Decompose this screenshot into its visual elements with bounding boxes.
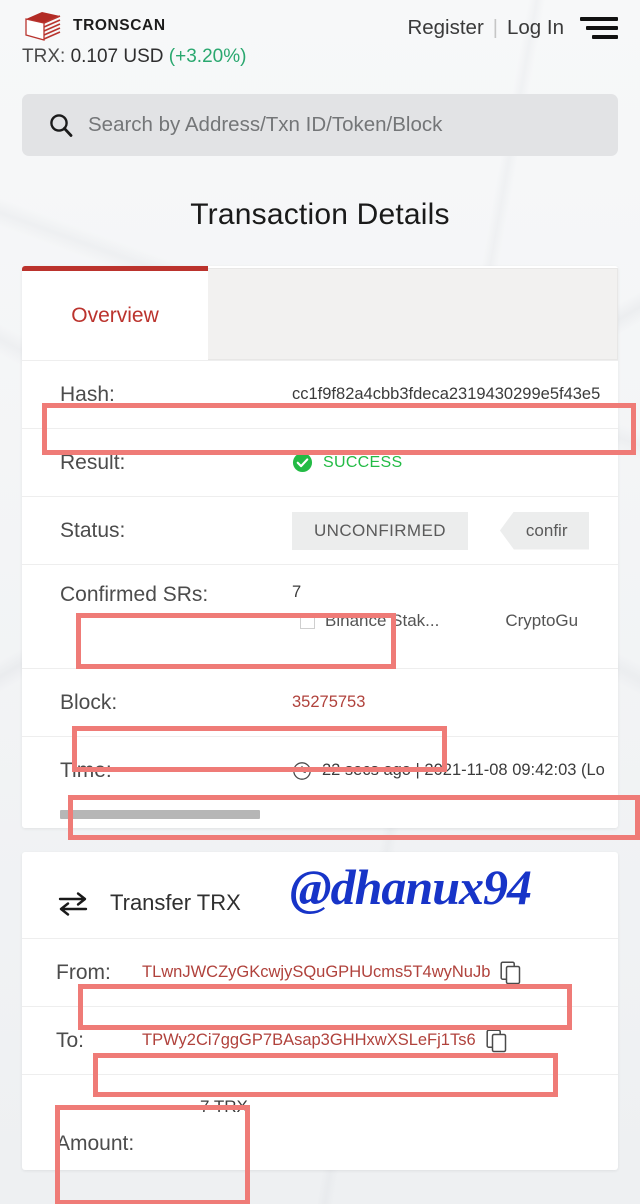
from-label: From:: [56, 960, 111, 984]
login-link[interactable]: Log In: [507, 16, 564, 40]
page-title: Transaction Details: [190, 198, 450, 231]
site-header: TRONSCAN Register | Log In TRX: 0.107 US…: [0, 0, 640, 80]
copy-icon[interactable]: [486, 1028, 508, 1053]
hamburger-line: [580, 17, 618, 21]
tab-bar-filler: [208, 268, 618, 360]
sr-list: Binance Stak... CryptoGu: [300, 611, 578, 631]
trx-price-label: TRX:: [22, 46, 66, 67]
sr-name: CryptoGu: [505, 611, 579, 630]
confirmed-srs-row: Confirmed SRs: 7 Binance Stak... CryptoG…: [22, 564, 618, 668]
transfer-header: Transfer TRX @dhanux94: [22, 852, 618, 938]
transfer-title: Transfer TRX: [110, 890, 241, 915]
transfer-card: Transfer TRX @dhanux94 From: TLwnJWCZyGK…: [22, 852, 618, 1170]
search-placeholder: Search by Address/Txn ID/Token/Block: [88, 113, 443, 136]
scrollbar-thumb[interactable]: [60, 810, 260, 819]
sr-name: Binance Stak...: [325, 611, 440, 630]
status-row: Status: UNCONFIRMED confir: [22, 496, 618, 564]
amount-value: 7 TRX: [200, 1097, 248, 1116]
status-label: Status:: [60, 518, 126, 542]
status-chip-confirmed: confir: [499, 511, 590, 550]
from-row: From: TLwnJWCZyGKcwjySQuGPHUcms5T4wyNuJb: [22, 938, 618, 1006]
result-value: SUCCESS: [323, 453, 403, 471]
hash-value[interactable]: cc1f9f82a4cbb3fdeca2319430299e5f43e5: [292, 385, 600, 404]
search-icon: [50, 114, 73, 137]
auth-links: Register | Log In: [407, 16, 564, 40]
trx-price-ticker: TRX: 0.107 USD (+3.20%): [22, 46, 618, 68]
header-top-row: TRONSCAN Register | Log In: [22, 8, 618, 42]
tronscan-cube-icon: [25, 12, 61, 41]
result-label: Result:: [60, 450, 126, 474]
sr-checkbox[interactable]: [300, 613, 315, 629]
brand-logo-area[interactable]: TRONSCAN: [22, 8, 166, 42]
block-row: Block: 35275753: [22, 668, 618, 736]
card-horizontal-scrollbar[interactable]: [22, 804, 618, 828]
block-value[interactable]: 35275753: [292, 693, 365, 712]
transaction-overview-card: Overview Hash: cc1f9f82a4cbb3fdeca231943…: [22, 266, 618, 828]
header-right-area: Register | Log In: [407, 8, 618, 40]
brand-name: TRONSCAN: [73, 17, 166, 34]
block-label: Block:: [60, 690, 118, 714]
time-row: Time: 22 secs ago | 2021-11-08 09:42:03 …: [22, 736, 618, 804]
status-chip-unconfirmed: UNCONFIRMED: [292, 511, 468, 550]
trx-price-value: 0.107 USD: [70, 46, 164, 67]
trx-price-change: (+3.20%): [168, 46, 247, 67]
copy-icon[interactable]: [500, 960, 522, 985]
hash-label: Hash:: [60, 382, 115, 406]
to-row: To: TPWy2Ci7ggGP7BAsap3GHHxwXSLeFj1Ts6: [22, 1006, 618, 1074]
amount-row: Amount: 7 TRX: [22, 1074, 618, 1170]
hash-row: Hash: cc1f9f82a4cbb3fdeca2319430299e5f43…: [22, 360, 618, 428]
register-link[interactable]: Register: [407, 16, 483, 40]
confirmed-srs-value: 7: [292, 583, 302, 601]
from-address[interactable]: TLwnJWCZyGKcwjySQuGPHUcms5T4wyNuJb: [142, 963, 490, 982]
sr-list-item[interactable]: CryptoGu: [505, 611, 578, 631]
hamburger-line: [586, 26, 618, 30]
confirmed-srs-label: Confirmed SRs:: [60, 583, 209, 606]
tab-bar: Overview: [22, 266, 618, 360]
transfer-arrows-icon: [58, 892, 88, 916]
sr-list-item[interactable]: Binance Stak...: [300, 611, 439, 631]
to-label: To:: [56, 1028, 85, 1052]
amount-label: Amount:: [56, 1132, 135, 1155]
result-row: Result: SUCCESS: [22, 428, 618, 496]
time-label: Time:: [60, 758, 112, 782]
auth-separator: |: [492, 16, 498, 39]
page-root: TRONSCAN Register | Log In TRX: 0.107 US…: [0, 0, 640, 1204]
search-input[interactable]: Search by Address/Txn ID/Token/Block: [22, 94, 618, 156]
watermark-username: @dhanux94: [290, 859, 532, 915]
hamburger-line: [592, 35, 618, 39]
tab-overview[interactable]: Overview: [22, 266, 208, 360]
search-section: Search by Address/Txn ID/Token/Block: [0, 80, 640, 156]
clock-icon: [293, 761, 311, 780]
time-value: 22 secs ago | 2021-11-08 09:42:03 (Lo: [322, 761, 605, 779]
check-circle-icon: [292, 452, 313, 473]
to-address[interactable]: TPWy2Ci7ggGP7BAsap3GHHxwXSLeFj1Ts6: [142, 1031, 476, 1050]
hamburger-menu-icon[interactable]: [580, 17, 618, 39]
